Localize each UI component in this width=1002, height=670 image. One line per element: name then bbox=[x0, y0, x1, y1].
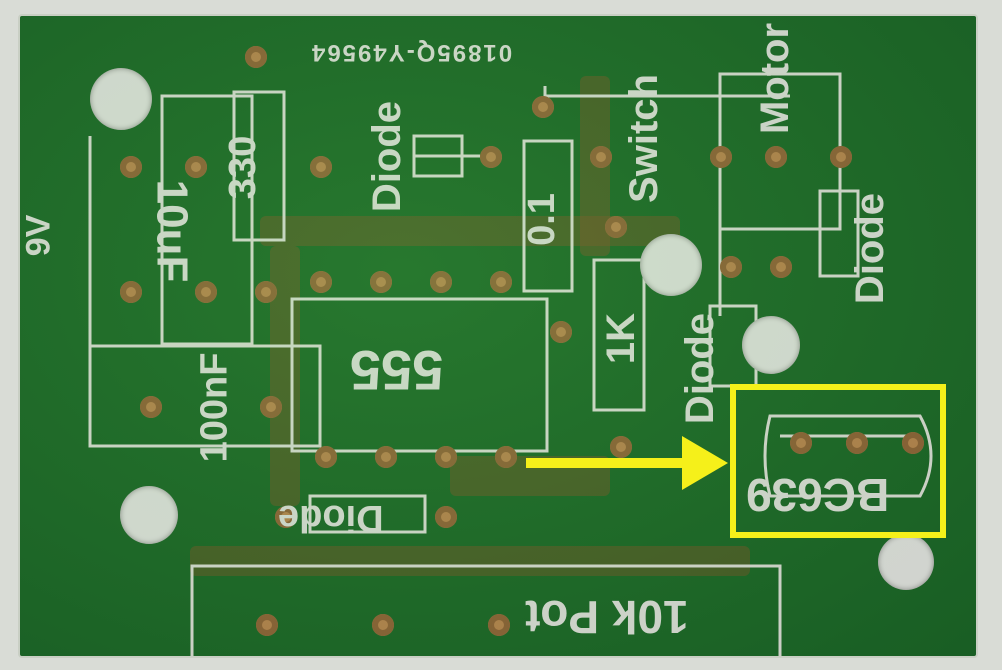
solder-pad bbox=[256, 614, 278, 636]
solder-pad bbox=[720, 256, 742, 278]
highlight-box bbox=[730, 384, 946, 538]
label-switch: Switch bbox=[621, 74, 666, 203]
arrow-head-icon bbox=[682, 436, 728, 490]
solder-pad bbox=[375, 446, 397, 468]
label-10uf: 10uF bbox=[147, 179, 197, 283]
solder-pad bbox=[550, 321, 572, 343]
label-pot: 10k Pot bbox=[525, 591, 689, 643]
label-diode-mid: Diode bbox=[678, 312, 723, 425]
solder-pad bbox=[260, 396, 282, 418]
solder-pad bbox=[185, 156, 207, 178]
solder-pad bbox=[488, 614, 510, 636]
solder-pad bbox=[830, 146, 852, 168]
label-100nf: 100nF bbox=[193, 352, 236, 463]
solder-pad bbox=[372, 614, 394, 636]
mounting-hole bbox=[90, 68, 152, 130]
solder-pad bbox=[610, 436, 632, 458]
solder-pad bbox=[435, 446, 457, 468]
label-330: 330 bbox=[222, 135, 265, 200]
solder-pad bbox=[495, 446, 517, 468]
label-motor: Motor bbox=[753, 22, 798, 135]
label-diode-bottom: Diode bbox=[278, 497, 384, 539]
mounting-hole bbox=[640, 234, 702, 296]
solder-pad bbox=[140, 396, 162, 418]
solder-pad bbox=[765, 146, 787, 168]
pcb-board: 01895Q-Y49564 9V 330 10uF Diode Switch M… bbox=[18, 14, 978, 658]
arrow-shaft bbox=[526, 458, 694, 468]
mounting-hole bbox=[742, 316, 800, 374]
solder-pad bbox=[195, 281, 217, 303]
solder-pad bbox=[255, 281, 277, 303]
silkscreen-outlines bbox=[88, 72, 933, 656]
solder-pad bbox=[770, 256, 792, 278]
solder-pad bbox=[245, 46, 267, 68]
solder-pad bbox=[370, 271, 392, 293]
solder-pad bbox=[315, 446, 337, 468]
label-9v: 9V bbox=[19, 214, 58, 257]
label-0-1: 0.1 bbox=[520, 193, 563, 246]
solder-pad bbox=[310, 156, 332, 178]
label-diode-right: Diode bbox=[848, 192, 893, 305]
solder-pad bbox=[120, 156, 142, 178]
mounting-hole bbox=[120, 486, 178, 544]
solder-pad bbox=[605, 216, 627, 238]
label-diode-top: Diode bbox=[365, 100, 410, 213]
solder-pad bbox=[480, 146, 502, 168]
solder-pad bbox=[532, 96, 554, 118]
label-555: 555 bbox=[350, 339, 444, 402]
solder-pad bbox=[590, 146, 612, 168]
label-1k: 1K bbox=[599, 312, 644, 365]
solder-pad bbox=[430, 271, 452, 293]
solder-pad bbox=[710, 146, 732, 168]
mounting-hole bbox=[878, 534, 934, 590]
solder-pad bbox=[120, 281, 142, 303]
solder-pad bbox=[310, 271, 332, 293]
solder-pad bbox=[435, 506, 457, 528]
serial-number: 01895Q-Y49564 bbox=[310, 39, 513, 66]
solder-pad bbox=[490, 271, 512, 293]
